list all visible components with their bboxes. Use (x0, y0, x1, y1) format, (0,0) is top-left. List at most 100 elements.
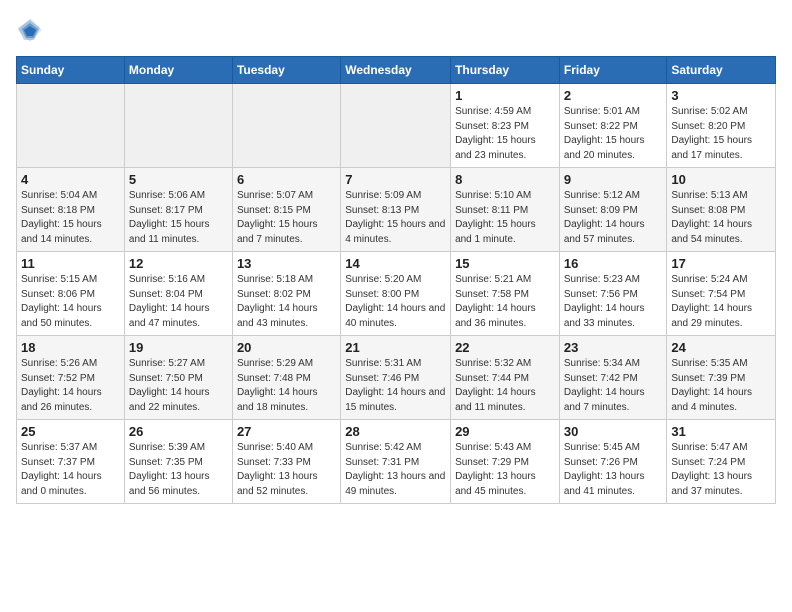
day-detail: Sunrise: 5:21 AM Sunset: 7:58 PM Dayligh… (455, 273, 555, 331)
day-detail: Sunrise: 5:02 AM Sunset: 8:20 PM Dayligh… (671, 105, 771, 163)
day-detail: Sunrise: 5:04 AM Sunset: 8:18 PM Dayligh… (21, 189, 120, 247)
day-number: 25 (21, 424, 120, 439)
day-number: 12 (129, 256, 228, 271)
day-number: 22 (455, 340, 555, 355)
calendar-cell: 6 Sunrise: 5:07 AM Sunset: 8:15 PM Daylig… (232, 168, 340, 252)
calendar-week-1: 1 Sunrise: 4:59 AM Sunset: 8:23 PM Daylig… (17, 84, 776, 168)
day-detail: Sunrise: 5:23 AM Sunset: 7:56 PM Dayligh… (564, 273, 663, 331)
day-detail: Sunrise: 5:26 AM Sunset: 7:52 PM Dayligh… (21, 357, 120, 415)
day-number: 21 (345, 340, 446, 355)
day-number: 17 (671, 256, 771, 271)
day-number: 19 (129, 340, 228, 355)
day-number: 7 (345, 172, 446, 187)
day-number: 29 (455, 424, 555, 439)
calendar-cell: 30 Sunrise: 5:45 AM Sunset: 7:26 PM Dayli… (559, 420, 667, 504)
day-number: 23 (564, 340, 663, 355)
day-detail: Sunrise: 5:47 AM Sunset: 7:24 PM Dayligh… (671, 441, 771, 499)
calendar-cell: 22Sunrise: 5:32 AM Sunset: 7:44 PM Dayli… (451, 336, 560, 420)
day-number: 5 (129, 172, 228, 187)
calendar-cell (124, 84, 232, 168)
day-number: 11 (21, 256, 120, 271)
calendar-body: 1 Sunrise: 4:59 AM Sunset: 8:23 PM Daylig… (17, 84, 776, 504)
day-detail: Sunrise: 5:07 AM Sunset: 8:15 PM Dayligh… (237, 189, 336, 247)
calendar-header: SundayMondayTuesdayWednesdayThursdayFrid… (17, 57, 776, 84)
calendar-cell: 26 Sunrise: 5:39 AM Sunset: 7:35 PM Dayli… (124, 420, 232, 504)
day-detail: Sunrise: 5:01 AM Sunset: 8:22 PM Dayligh… (564, 105, 663, 163)
day-detail: Sunrise: 5:16 AM Sunset: 8:04 PM Dayligh… (129, 273, 228, 331)
calendar-cell: 28 Sunrise: 5:42 AM Sunset: 7:31 PM Dayli… (341, 420, 451, 504)
day-detail: Sunrise: 5:35 AM Sunset: 7:39 PM Dayligh… (671, 357, 771, 415)
calendar-cell: 16 Sunrise: 5:23 AM Sunset: 7:56 PM Dayli… (559, 252, 667, 336)
calendar-cell: 7 Sunrise: 5:09 AM Sunset: 8:13 PM Daylig… (341, 168, 451, 252)
calendar-cell: 2Sunrise: 5:01 AM Sunset: 8:22 PM Daylig… (559, 84, 667, 168)
day-detail: Sunrise: 5:29 AM Sunset: 7:48 PM Dayligh… (237, 357, 336, 415)
day-number: 15 (455, 256, 555, 271)
day-detail: Sunrise: 5:42 AM Sunset: 7:31 PM Dayligh… (345, 441, 446, 499)
calendar-cell (341, 84, 451, 168)
day-detail: Sunrise: 5:43 AM Sunset: 7:29 PM Dayligh… (455, 441, 555, 499)
day-detail: Sunrise: 5:20 AM Sunset: 8:00 PM Dayligh… (345, 273, 446, 331)
calendar-week-4: 18 Sunrise: 5:26 AM Sunset: 7:52 PM Dayli… (17, 336, 776, 420)
calendar-cell (17, 84, 125, 168)
day-number: 24 (671, 340, 771, 355)
day-number: 10 (671, 172, 771, 187)
day-number: 18 (21, 340, 120, 355)
logo-icon (16, 16, 44, 44)
calendar-cell: 21 Sunrise: 5:31 AM Sunset: 7:46 PM Dayli… (341, 336, 451, 420)
day-number: 1 (455, 88, 555, 103)
day-number: 9 (564, 172, 663, 187)
day-detail: Sunrise: 5:34 AM Sunset: 7:42 PM Dayligh… (564, 357, 663, 415)
day-header-friday: Friday (559, 57, 667, 84)
day-header-monday: Monday (124, 57, 232, 84)
calendar-week-2: 4 Sunrise: 5:04 AM Sunset: 8:18 PM Daylig… (17, 168, 776, 252)
calendar-cell: 5 Sunrise: 5:06 AM Sunset: 8:17 PM Daylig… (124, 168, 232, 252)
calendar-cell: 4 Sunrise: 5:04 AM Sunset: 8:18 PM Daylig… (17, 168, 125, 252)
calendar-cell: 20 Sunrise: 5:29 AM Sunset: 7:48 PM Dayli… (232, 336, 340, 420)
calendar-cell: 18 Sunrise: 5:26 AM Sunset: 7:52 PM Dayli… (17, 336, 125, 420)
day-number: 4 (21, 172, 120, 187)
day-number: 30 (564, 424, 663, 439)
day-detail: Sunrise: 4:59 AM Sunset: 8:23 PM Dayligh… (455, 105, 555, 163)
day-number: 28 (345, 424, 446, 439)
day-detail: Sunrise: 5:40 AM Sunset: 7:33 PM Dayligh… (237, 441, 336, 499)
calendar-cell: 24 Sunrise: 5:35 AM Sunset: 7:39 PM Dayli… (667, 336, 776, 420)
calendar-cell: 25 Sunrise: 5:37 AM Sunset: 7:37 PM Dayli… (17, 420, 125, 504)
calendar-cell: 19 Sunrise: 5:27 AM Sunset: 7:50 PM Dayli… (124, 336, 232, 420)
logo (16, 16, 48, 44)
day-number: 6 (237, 172, 336, 187)
day-detail: Sunrise: 5:10 AM Sunset: 8:11 PM Dayligh… (455, 189, 555, 247)
calendar-cell: 17Sunrise: 5:24 AM Sunset: 7:54 PM Dayli… (667, 252, 776, 336)
calendar-cell: 15 Sunrise: 5:21 AM Sunset: 7:58 PM Dayli… (451, 252, 560, 336)
calendar-cell: 23 Sunrise: 5:34 AM Sunset: 7:42 PM Dayli… (559, 336, 667, 420)
calendar-week-3: 11 Sunrise: 5:15 AM Sunset: 8:06 PM Dayli… (17, 252, 776, 336)
day-detail: Sunrise: 5:06 AM Sunset: 8:17 PM Dayligh… (129, 189, 228, 247)
day-detail: Sunrise: 5:18 AM Sunset: 8:02 PM Dayligh… (237, 273, 336, 331)
page-header (16, 16, 776, 44)
calendar-cell: 27 Sunrise: 5:40 AM Sunset: 7:33 PM Dayli… (232, 420, 340, 504)
calendar-table: SundayMondayTuesdayWednesdayThursdayFrid… (16, 56, 776, 504)
calendar-cell: 13 Sunrise: 5:18 AM Sunset: 8:02 PM Dayli… (232, 252, 340, 336)
day-detail: Sunrise: 5:13 AM Sunset: 8:08 PM Dayligh… (671, 189, 771, 247)
day-detail: Sunrise: 5:15 AM Sunset: 8:06 PM Dayligh… (21, 273, 120, 331)
day-number: 16 (564, 256, 663, 271)
day-number: 20 (237, 340, 336, 355)
day-header-thursday: Thursday (451, 57, 560, 84)
day-number: 26 (129, 424, 228, 439)
calendar-week-5: 25 Sunrise: 5:37 AM Sunset: 7:37 PM Dayli… (17, 420, 776, 504)
day-detail: Sunrise: 5:31 AM Sunset: 7:46 PM Dayligh… (345, 357, 446, 415)
day-detail: Sunrise: 5:37 AM Sunset: 7:37 PM Dayligh… (21, 441, 120, 499)
calendar-cell: 14Sunrise: 5:20 AM Sunset: 8:00 PM Dayli… (341, 252, 451, 336)
day-number: 3 (671, 88, 771, 103)
day-detail: Sunrise: 5:39 AM Sunset: 7:35 PM Dayligh… (129, 441, 228, 499)
day-number: 13 (237, 256, 336, 271)
day-detail: Sunrise: 5:09 AM Sunset: 8:13 PM Dayligh… (345, 189, 446, 247)
calendar-cell: 12 Sunrise: 5:16 AM Sunset: 8:04 PM Dayli… (124, 252, 232, 336)
day-detail: Sunrise: 5:27 AM Sunset: 7:50 PM Dayligh… (129, 357, 228, 415)
calendar-cell: 11 Sunrise: 5:15 AM Sunset: 8:06 PM Dayli… (17, 252, 125, 336)
day-detail: Sunrise: 5:45 AM Sunset: 7:26 PM Dayligh… (564, 441, 663, 499)
day-number: 8 (455, 172, 555, 187)
calendar-cell: 31Sunrise: 5:47 AM Sunset: 7:24 PM Dayli… (667, 420, 776, 504)
day-detail: Sunrise: 5:12 AM Sunset: 8:09 PM Dayligh… (564, 189, 663, 247)
calendar-cell: 10 Sunrise: 5:13 AM Sunset: 8:08 PM Dayli… (667, 168, 776, 252)
day-number: 27 (237, 424, 336, 439)
